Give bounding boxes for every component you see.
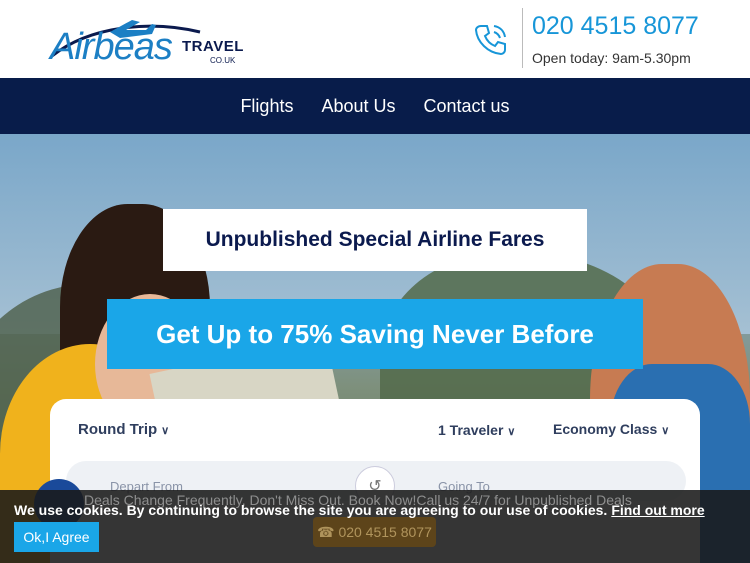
cabin-class-label: Economy Class xyxy=(553,421,658,437)
phone-icon[interactable] xyxy=(472,20,510,58)
chevron-down-icon: ∨ xyxy=(661,425,670,437)
site-logo[interactable]: Airbeas TRAVEL CO.UK xyxy=(50,12,250,70)
cookie-agree-button[interactable]: Ok,I Agree xyxy=(14,522,99,552)
hero-headline-box: Get Up to 75% Saving Never Before xyxy=(107,299,643,369)
travelers-dropdown[interactable]: 1 Traveler ∨ xyxy=(438,422,515,438)
nav-contact-us[interactable]: Contact us xyxy=(424,96,510,117)
cookie-message: We use cookies. By continuing to browse … xyxy=(14,502,608,518)
header-phone-number[interactable]: 020 4515 8077 xyxy=(532,12,699,41)
logo-travel: TRAVEL xyxy=(182,38,244,55)
opening-hours: Open today: 9am-5.30pm xyxy=(532,50,691,66)
logo-domain: CO.UK xyxy=(210,56,236,65)
nav-about-us[interactable]: About Us xyxy=(321,96,395,117)
trip-type-label: Round Trip xyxy=(78,421,158,438)
main-nav: Flights About Us Contact us xyxy=(0,78,750,134)
chevron-down-icon: ∨ xyxy=(161,425,170,437)
travelers-label: 1 Traveler xyxy=(438,422,504,438)
hero-tagline-box: Unpublished Special Airline Fares xyxy=(163,209,587,271)
logo-wordmark: Airbeas xyxy=(50,26,173,68)
cookie-message-row: We use cookies. By continuing to browse … xyxy=(14,502,705,518)
hero-headline: Get Up to 75% Saving Never Before xyxy=(156,318,594,349)
hero-tagline: Unpublished Special Airline Fares xyxy=(205,228,545,251)
chevron-down-icon: ∨ xyxy=(507,426,516,438)
promo-call-button[interactable]: ☎ 020 4515 8077 xyxy=(313,517,436,547)
header-divider xyxy=(522,8,523,68)
phone-small-icon: ☎ xyxy=(317,523,339,540)
nav-flights[interactable]: Flights xyxy=(240,96,293,117)
site-header: Airbeas TRAVEL CO.UK 020 4515 8077 Open … xyxy=(0,0,750,78)
cookie-find-out-more-link[interactable]: Find out more xyxy=(611,502,704,518)
cabin-class-dropdown[interactable]: Economy Class ∨ xyxy=(553,421,669,437)
trip-type-dropdown[interactable]: Round Trip ∨ xyxy=(78,421,169,438)
promo-call-label: 020 4515 8077 xyxy=(338,524,432,540)
